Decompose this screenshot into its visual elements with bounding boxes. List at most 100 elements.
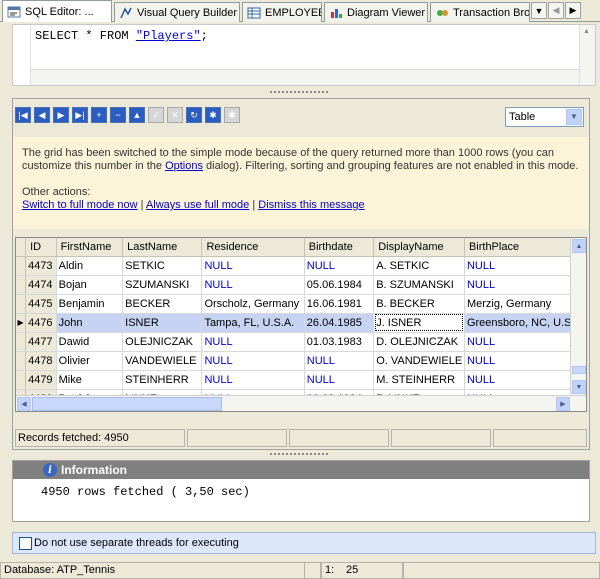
editor-splitter[interactable]	[270, 91, 330, 95]
table-cell[interactable]: 4479	[25, 370, 57, 390]
table-cell[interactable]: 26.04.1985	[304, 313, 375, 333]
post-edit-icon[interactable]: ✓	[148, 107, 164, 123]
row-indicator[interactable]	[16, 332, 27, 352]
table-cell[interactable]: BECKER	[122, 294, 203, 314]
table-row[interactable]: 4479 Mike STEINHERR NULL NULL M. STEINHERR NUL…	[16, 370, 586, 390]
next-record-icon[interactable]: ▶	[53, 107, 69, 123]
last-record-icon[interactable]: ▶|	[72, 107, 88, 123]
delete-record-icon[interactable]: −	[110, 107, 126, 123]
options-link[interactable]: Options	[165, 160, 203, 172]
scroll-thumb[interactable]	[572, 366, 586, 374]
tab-diagram-viewer[interactable]: Diagram Viewer	[324, 2, 428, 22]
table-cell[interactable]: A. SETKIC	[373, 256, 465, 276]
editor-horizontal-scrollbar[interactable]	[31, 69, 579, 85]
chevron-down-icon[interactable]: ▼	[566, 109, 582, 125]
data-grid[interactable]: ID FirstName LastName Residence Birthdat…	[15, 237, 587, 412]
grid-horizontal-scrollbar[interactable]: ◀ ▶	[16, 395, 586, 411]
table-cell[interactable]: Aldin	[56, 256, 124, 276]
table-cell[interactable]: 4477	[25, 332, 57, 352]
header-indicator[interactable]	[16, 238, 27, 257]
scroll-thumb[interactable]	[32, 397, 222, 411]
switch-full-mode-link[interactable]: Switch to full mode now	[22, 199, 138, 211]
column-header[interactable]: Residence	[201, 238, 305, 257]
table-row[interactable]: ▶ 4476 John ISNER Tampa, FL, U.S.A. 26.04.198…	[16, 313, 586, 333]
table-cell[interactable]: Dawid	[56, 332, 124, 352]
table-cell[interactable]: 4473	[25, 256, 57, 276]
tab-visual-query-builder[interactable]: Visual Query Builder	[114, 2, 240, 22]
sql-editor[interactable]: SELECT * FROM "Players"; ▲	[12, 24, 596, 86]
table-row[interactable]: 4474 Bojan SZUMANSKI NULL 05.06.1984 B. SZUMA…	[16, 275, 586, 295]
tab-sql-editor[interactable]: SQL Editor: ...	[2, 0, 112, 22]
column-header[interactable]: DisplayName	[373, 238, 465, 257]
table-cell[interactable]: John	[56, 313, 124, 333]
scroll-right-icon[interactable]: ▶	[556, 397, 570, 411]
table-cell[interactable]: O. VANDEWIELE	[373, 351, 465, 371]
table-cell[interactable]: NULL	[464, 370, 586, 390]
tab-scroll-right-button[interactable]: ▶	[565, 2, 581, 19]
table-cell[interactable]: NULL	[201, 275, 305, 295]
table-cell[interactable]: 4475	[25, 294, 57, 314]
column-header[interactable]: Birthdate	[304, 238, 375, 257]
view-mode-select[interactable]: Table ▼	[505, 107, 584, 127]
table-row[interactable]: 4473 Aldin SETKIC NULL NULL A. SETKIC NULL	[16, 256, 586, 276]
row-indicator[interactable]	[16, 256, 27, 276]
sql-table-link[interactable]: "Players"	[136, 29, 201, 43]
table-cell[interactable]: Mike	[56, 370, 124, 390]
table-cell[interactable]: J. ISNER	[373, 313, 465, 333]
separate-threads-checkbox[interactable]	[19, 536, 32, 550]
table-cell[interactable]: NULL	[201, 332, 305, 352]
table-cell[interactable]: 16.06.1981	[304, 294, 375, 314]
table-cell[interactable]: Orscholz, Germany	[201, 294, 305, 314]
table-cell[interactable]: NULL	[464, 275, 586, 295]
scroll-up-icon[interactable]: ▲	[572, 239, 586, 253]
tab-scroll-left-button[interactable]: ◀	[548, 2, 564, 19]
refresh-icon[interactable]: ↻	[186, 107, 202, 123]
table-cell[interactable]: B. SZUMANSKI	[373, 275, 465, 295]
table-cell[interactable]: SETKIC	[122, 256, 203, 276]
table-cell[interactable]: 4476	[25, 313, 57, 333]
goto-bookmark-icon[interactable]: ✱	[224, 107, 240, 123]
table-cell[interactable]: SZUMANSKI	[122, 275, 203, 295]
sql-text[interactable]: SELECT * FROM "Players";	[35, 29, 208, 43]
table-cell[interactable]: NULL	[304, 351, 375, 371]
table-cell[interactable]: NULL	[464, 332, 586, 352]
table-cell[interactable]: VANDEWIELE	[122, 351, 203, 371]
table-cell[interactable]: NULL	[201, 370, 305, 390]
editor-vertical-scrollbar[interactable]: ▲	[579, 25, 595, 85]
row-indicator[interactable]	[16, 351, 27, 371]
table-row[interactable]: 4477 Dawid OLEJNICZAK NULL 01.03.1983 D. OLEJ…	[16, 332, 586, 352]
cancel-edit-icon[interactable]: ✕	[167, 107, 183, 123]
table-cell[interactable]: NULL	[304, 256, 375, 276]
table-cell[interactable]: NULL	[464, 256, 586, 276]
insert-record-icon[interactable]: +	[91, 107, 107, 123]
column-header[interactable]: BirthPlace	[464, 238, 586, 257]
table-cell[interactable]: Bojan	[56, 275, 124, 295]
table-cell[interactable]: OLEJNICZAK	[122, 332, 203, 352]
table-row[interactable]: 4475 Benjamin BECKER Orscholz, Germany 16.06…	[16, 294, 586, 314]
table-cell[interactable]: NULL	[201, 351, 305, 371]
table-cell[interactable]: Greensboro, NC, U.S.A.	[464, 313, 586, 333]
tab-employee[interactable]: EMPLOYEE	[242, 2, 322, 22]
first-record-icon[interactable]: |◀	[15, 107, 31, 123]
table-cell[interactable]: NULL	[201, 256, 305, 276]
prior-page-icon[interactable]: ◀	[34, 107, 50, 123]
column-header[interactable]: ID	[25, 238, 57, 257]
scroll-up-icon[interactable]: ▲	[583, 28, 590, 35]
row-indicator[interactable]	[16, 294, 27, 314]
table-cell[interactable]: Benjamin	[56, 294, 124, 314]
table-cell[interactable]: M. STEINHERR	[373, 370, 465, 390]
column-header[interactable]: FirstName	[56, 238, 124, 257]
table-row[interactable]: 4478 Olivier VANDEWIELE NULL NULL O. VANDEWIE…	[16, 351, 586, 371]
table-cell[interactable]: 4478	[25, 351, 57, 371]
always-full-mode-link[interactable]: Always use full mode	[146, 199, 249, 211]
table-cell[interactable]: Merzig, Germany	[464, 294, 586, 314]
table-cell[interactable]: 01.03.1983	[304, 332, 375, 352]
grid-vertical-scrollbar[interactable]: ▲ ▼	[570, 238, 586, 396]
table-cell[interactable]: 05.06.1984	[304, 275, 375, 295]
table-cell[interactable]: Olivier	[56, 351, 124, 371]
table-cell[interactable]: B. BECKER	[373, 294, 465, 314]
scroll-down-icon[interactable]: ▼	[572, 380, 586, 394]
table-cell[interactable]: NULL	[464, 351, 586, 371]
row-indicator[interactable]	[16, 275, 27, 295]
table-cell[interactable]: NULL	[304, 370, 375, 390]
